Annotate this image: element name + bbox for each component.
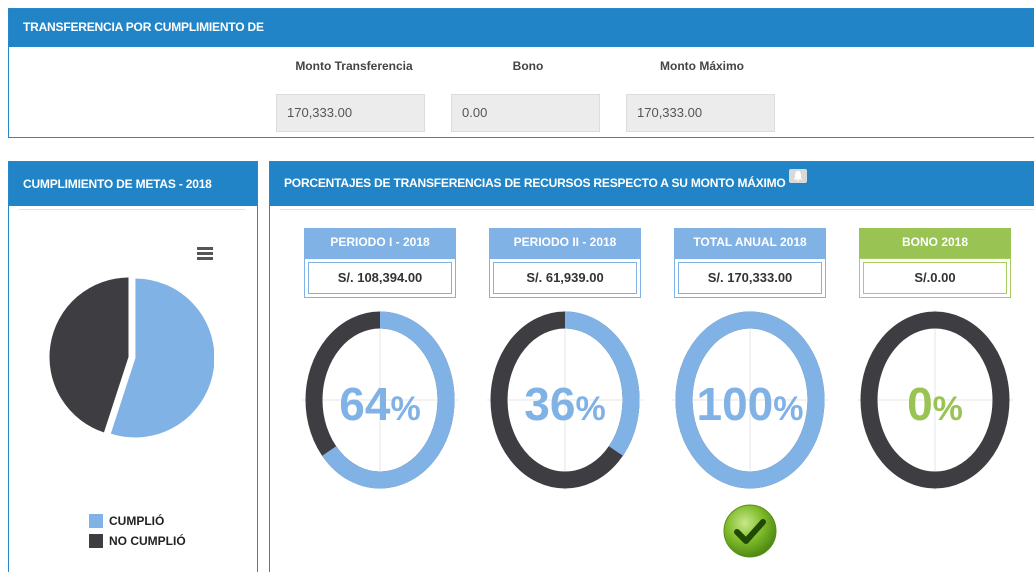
legend-swatch-cumplio: [89, 514, 103, 528]
metas-divider: [19, 209, 245, 210]
donut-bono: 0%: [857, 310, 1013, 490]
card-total-anual: TOTAL ANUAL 2018 S/. 170,333.00: [674, 228, 826, 298]
monto-maximo-field[interactable]: 170,333.00: [626, 94, 775, 132]
monto-transferencia-label: Monto Transferencia: [295, 59, 413, 73]
bono-field[interactable]: 0.00: [451, 94, 600, 132]
donut-periodo-1: 64%: [302, 310, 458, 490]
donut-percent-label: 100%: [697, 378, 804, 430]
donut-periodo-2: 36%: [487, 310, 643, 490]
legend-label-cumplio: CUMPLIÓ: [109, 514, 165, 528]
card-amount: S/. 170,333.00: [678, 262, 822, 294]
card-header: PERIODO I - 2018: [304, 228, 456, 258]
donut-total-anual: 100%: [672, 310, 828, 490]
card-amount-box: S/. 170,333.00: [674, 258, 826, 298]
metas-panel: CUMPLIMIENTO DE METAS - 2018 CUMPLIÓ NO …: [8, 161, 258, 572]
card-amount-box: S/.0.00: [859, 258, 1011, 298]
donut-percent-label: 64%: [339, 378, 420, 430]
metas-pie-chart: [48, 276, 214, 439]
legend-label-no-cumplio: NO CUMPLIÓ: [109, 534, 186, 548]
bell-icon[interactable]: [788, 169, 807, 183]
card-amount-box: S/. 108,394.00: [304, 258, 456, 298]
check-icon: [723, 504, 777, 558]
donut-percent-label: 36%: [524, 378, 605, 430]
card-bono: BONO 2018 S/.0.00: [859, 228, 1011, 298]
porcentajes-panel-head: PORCENTAJES DE TRANSFERENCIAS DE RECURSO…: [270, 162, 1034, 206]
hamburger-icon[interactable]: [197, 247, 213, 261]
transfer-panel: TRANSFERENCIA POR CUMPLIMIENTO DE Monto …: [8, 8, 1034, 138]
pie-legend: CUMPLIÓ NO CUMPLIÓ: [89, 511, 186, 551]
porcentajes-divider: [280, 209, 1034, 210]
metas-panel-title: CUMPLIMIENTO DE METAS - 2018: [9, 162, 257, 206]
legend-swatch-no-cumplio: [89, 534, 103, 548]
card-periodo-1: PERIODO I - 2018 S/. 108,394.00: [304, 228, 456, 298]
porcentajes-panel: PORCENTAJES DE TRANSFERENCIAS DE RECURSO…: [269, 161, 1034, 572]
card-header: BONO 2018: [859, 228, 1011, 258]
card-amount: S/. 108,394.00: [308, 262, 452, 294]
transfer-panel-title: TRANSFERENCIA POR CUMPLIMIENTO DE: [9, 9, 1034, 47]
card-amount-box: S/. 61,939.00: [489, 258, 641, 298]
legend-item-cumplio[interactable]: CUMPLIÓ: [89, 511, 186, 531]
card-amount: S/.0.00: [863, 262, 1007, 294]
card-header: TOTAL ANUAL 2018: [674, 228, 826, 258]
monto-maximo-label: Monto Máximo: [660, 59, 744, 73]
bono-label: Bono: [512, 59, 544, 73]
card-header: PERIODO II - 2018: [489, 228, 641, 258]
pie-slice-no-cumplio[interactable]: [48, 276, 130, 434]
porcentajes-panel-title: PORCENTAJES DE TRANSFERENCIAS DE RECURSO…: [284, 176, 786, 190]
legend-item-no-cumplio[interactable]: NO CUMPLIÓ: [89, 531, 186, 551]
monto-transferencia-field[interactable]: 170,333.00: [276, 94, 425, 132]
card-periodo-2: PERIODO II - 2018 S/. 61,939.00: [489, 228, 641, 298]
card-amount: S/. 61,939.00: [493, 262, 637, 294]
